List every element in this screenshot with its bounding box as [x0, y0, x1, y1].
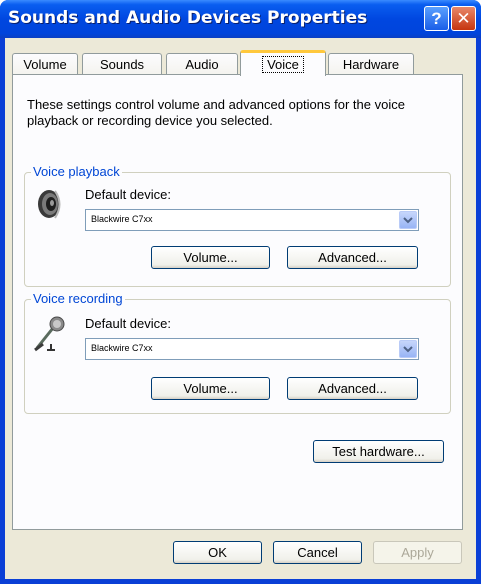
tab-label: Sounds: [99, 57, 145, 72]
apply-button[interactable]: Apply: [373, 541, 462, 564]
speaker-icon: [38, 190, 61, 219]
voice-tab-panel: These settings control volume and advanc…: [12, 74, 463, 530]
default-device-label: Default device:: [85, 187, 171, 202]
dropdown-value: Blackwire C7xx: [91, 214, 153, 224]
tab-label: Volume: [23, 57, 67, 72]
voice-playback-group: Voice playback Default device: Blackwire…: [24, 164, 451, 287]
microphone-icon: [34, 316, 65, 352]
tab-strip: Volume Sounds Audio Voice Hardware: [12, 50, 472, 76]
cancel-button[interactable]: Cancel: [273, 541, 362, 564]
playback-volume-button[interactable]: Volume...: [151, 246, 270, 269]
description-text: These settings control volume and advanc…: [27, 97, 405, 128]
tab-label: Hardware: [342, 57, 400, 72]
recording-advanced-button[interactable]: Advanced...: [287, 377, 418, 400]
tab-hardware[interactable]: Hardware: [328, 53, 414, 75]
title-bar[interactable]: Sounds and Audio Devices Properties ? ✕: [0, 0, 481, 38]
dialog-window: Sounds and Audio Devices Properties ? ✕ …: [0, 0, 481, 584]
default-device-label: Default device:: [85, 316, 171, 331]
playback-device-dropdown[interactable]: Blackwire C7xx: [85, 209, 419, 231]
test-hardware-button[interactable]: Test hardware...: [313, 440, 444, 463]
tab-label: Audio: [185, 57, 219, 72]
ok-button[interactable]: OK: [173, 541, 262, 564]
playback-advanced-button[interactable]: Advanced...: [287, 246, 418, 269]
window-title: Sounds and Audio Devices Properties: [8, 8, 368, 28]
tab-sounds[interactable]: Sounds: [82, 53, 162, 75]
chevron-down-icon[interactable]: [399, 211, 417, 229]
tab-audio[interactable]: Audio: [166, 53, 238, 75]
close-button[interactable]: ✕: [451, 6, 476, 31]
voice-recording-group: Voice recording Default device: Blackwir…: [24, 291, 451, 414]
help-button[interactable]: ?: [424, 6, 449, 31]
group-legend: Voice recording: [31, 291, 125, 306]
recording-volume-button[interactable]: Volume...: [151, 377, 270, 400]
dialog-client-area: Volume Sounds Audio Voice Hardware These…: [5, 38, 476, 579]
chevron-down-icon[interactable]: [399, 340, 417, 358]
tab-voice[interactable]: Voice: [240, 50, 326, 76]
recording-device-dropdown[interactable]: Blackwire C7xx: [85, 338, 419, 360]
tab-volume[interactable]: Volume: [12, 53, 78, 75]
tab-label: Voice: [262, 56, 304, 73]
group-legend: Voice playback: [31, 164, 122, 179]
dropdown-value: Blackwire C7xx: [91, 343, 153, 353]
